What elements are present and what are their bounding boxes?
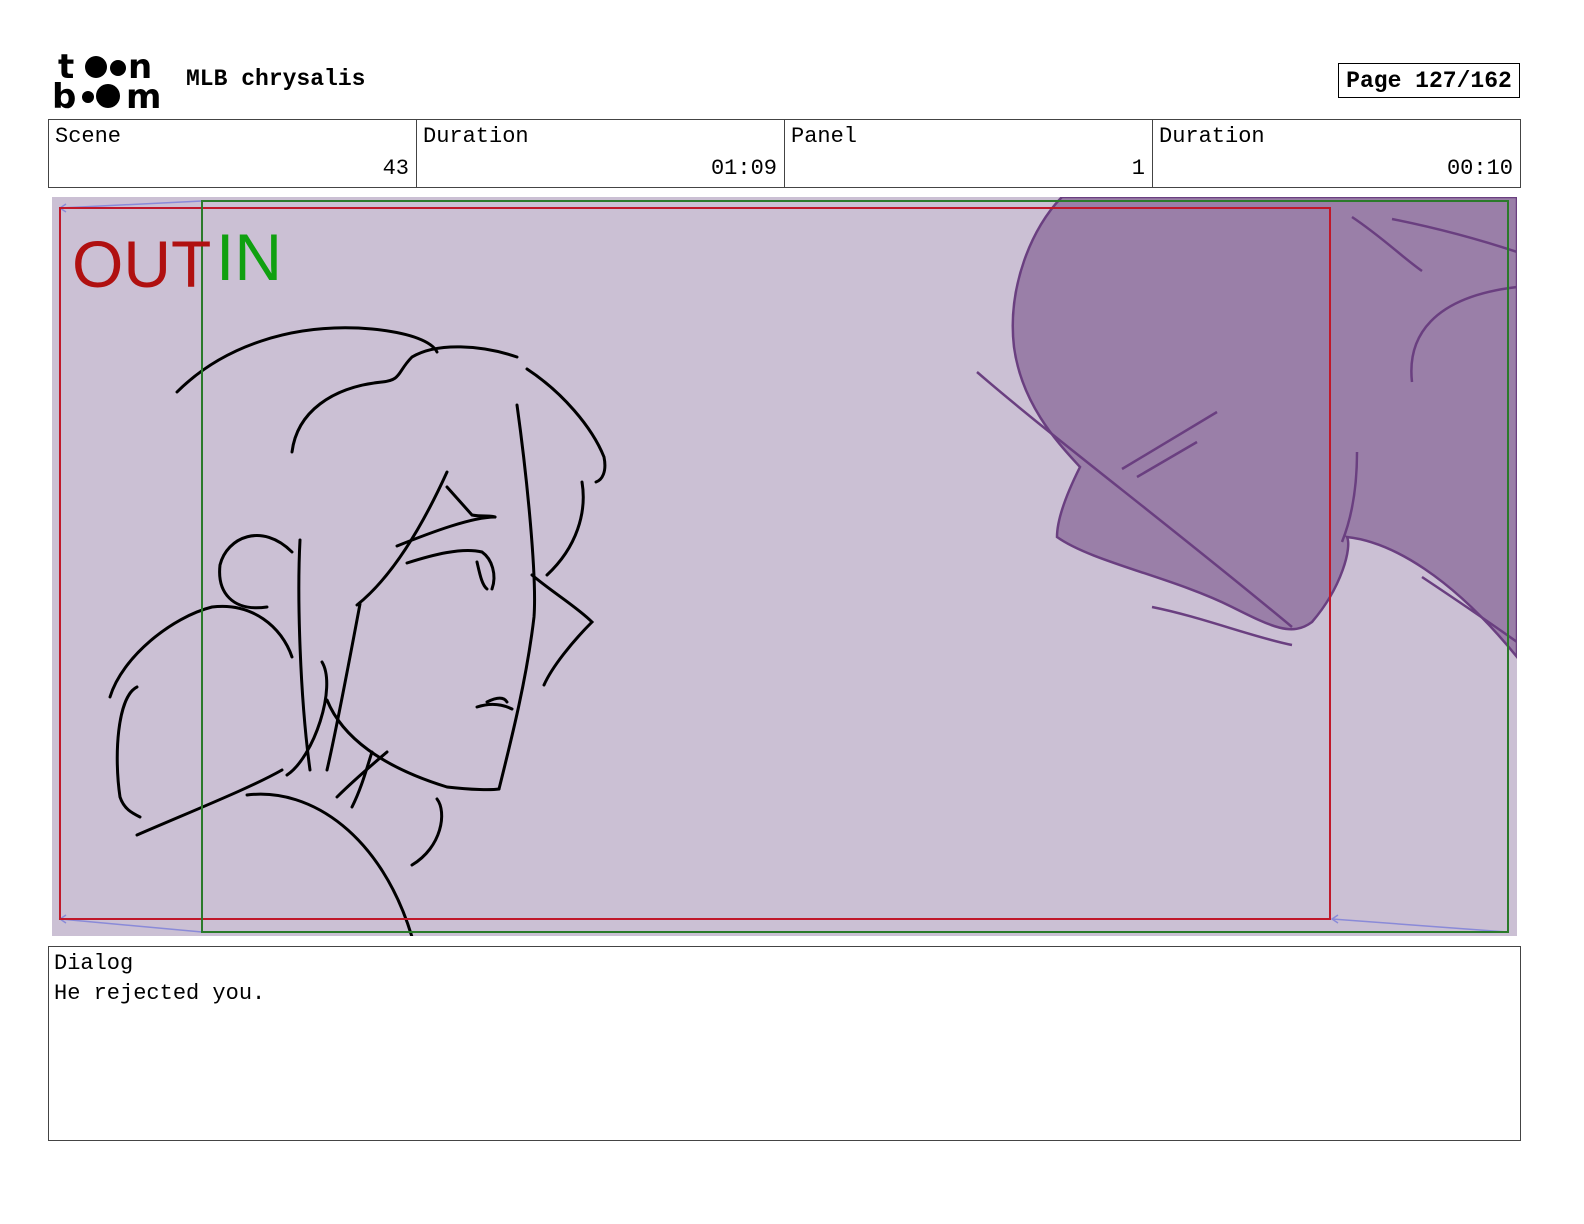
svg-text:b: b — [52, 77, 76, 112]
svg-text:m: m — [126, 77, 161, 112]
panel-duration-cell: Duration 00:10 — [1153, 120, 1520, 187]
storyboard-panel: OUT IN — [52, 197, 1517, 936]
scene-duration-label: Duration — [423, 124, 529, 149]
dialog-label: Dialog — [54, 951, 134, 976]
scene-label: Scene — [55, 124, 122, 149]
panel-duration-value: 00:10 — [1446, 156, 1513, 181]
scene-info-table: Scene 43 Duration 01:09 Panel 1 Duration… — [48, 119, 1521, 188]
page-indicator: Page 127/162 — [1338, 63, 1520, 98]
project-title: MLB chrysalis — [186, 66, 366, 92]
scene-value: 43 — [382, 156, 409, 181]
dialog-box: Dialog He rejected you. — [48, 946, 1521, 1141]
toon-boom-logo: t n b m — [52, 47, 164, 117]
scene-duration-value: 01:09 — [710, 156, 777, 181]
panel-cell: Panel 1 — [785, 120, 1153, 187]
purple-figure — [976, 197, 1517, 659]
panel-drawing: OUT IN — [58, 197, 1517, 936]
scene-cell: Scene 43 — [49, 120, 417, 187]
scene-duration-cell: Duration 01:09 — [417, 120, 785, 187]
dialog-text: He rejected you. — [54, 981, 266, 1006]
in-label: IN — [216, 220, 282, 294]
logo-graphic: t n b m — [52, 47, 161, 117]
panel-label: Panel — [791, 124, 858, 149]
character-sketch — [108, 326, 607, 936]
out-label: OUT — [72, 227, 211, 301]
panel-duration-label: Duration — [1159, 124, 1265, 149]
panel-value: 1 — [1131, 156, 1145, 181]
